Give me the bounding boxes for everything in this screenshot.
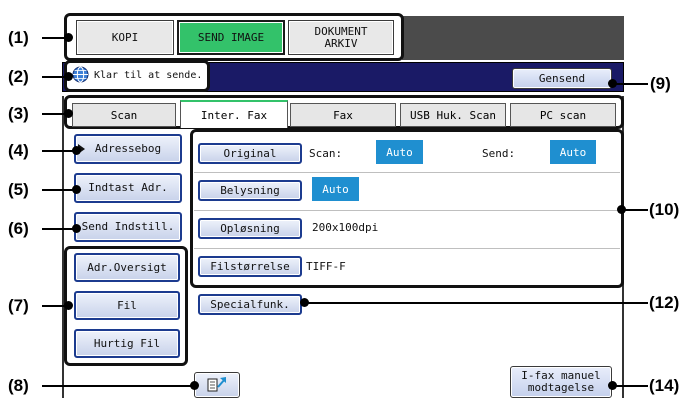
image-send-icon-button[interactable] <box>194 372 240 398</box>
resolution-value: 200x100dpi <box>312 221 379 234</box>
callout-14: (14) <box>649 376 680 395</box>
ifax-manual-receive-button[interactable]: I-fax manuel modtagelse <box>510 366 612 398</box>
leader-dot <box>608 79 617 88</box>
leader-line <box>612 83 648 85</box>
tab-inter-fax-label: Inter. Fax <box>200 108 268 122</box>
tab-scan-label: Scan <box>110 108 138 122</box>
original-label: Original <box>223 146 277 160</box>
leader-line <box>304 302 648 304</box>
resolution-label: Opløsning <box>220 221 280 235</box>
tab-scan[interactable]: Scan <box>72 103 176 127</box>
mode-tab-dokument-line2: ARKIV <box>324 36 358 50</box>
document-arrow-icon <box>207 377 226 392</box>
file-button[interactable]: Fil <box>74 291 180 320</box>
send-settings-button[interactable]: Send Indstill. <box>74 212 182 242</box>
resend-button[interactable]: Gensend <box>512 68 612 89</box>
screen-top-dark <box>402 16 624 60</box>
tab-fax[interactable]: Fax <box>290 103 396 127</box>
leader-line <box>42 150 76 152</box>
leader-line <box>42 228 76 230</box>
tab-pc-scan-label: PC scan <box>539 108 587 122</box>
callout-12: (12) <box>649 293 680 312</box>
ifax-manual-receive-line2: modtagelse <box>527 381 595 394</box>
scan-size-value: Auto <box>376 140 423 164</box>
tab-pc-scan[interactable]: PC scan <box>510 103 616 127</box>
mode-tab-dokument-arkiv[interactable]: DOKUMENT ARKIV <box>288 20 394 55</box>
tab-fax-label: Fax <box>333 108 353 122</box>
settings-separator <box>194 210 620 211</box>
mode-tab-kopi-label: KOPI <box>111 30 139 44</box>
callout-8: (8) <box>8 376 29 395</box>
callout-4: (4) <box>8 141 29 160</box>
leader-dot <box>64 72 73 81</box>
mode-tab-send-image[interactable]: SEND IMAGE <box>177 20 285 55</box>
exposure-value: Auto <box>312 177 359 201</box>
special-function-button[interactable]: Specialfunk. <box>198 294 302 315</box>
quick-file-button[interactable]: Hurtig Fil <box>74 329 180 358</box>
leader-dot <box>64 109 73 118</box>
callout-5: (5) <box>8 180 29 199</box>
leader-dot <box>300 298 309 307</box>
original-button[interactable]: Original <box>198 143 302 164</box>
callout-7: (7) <box>8 296 29 315</box>
leader-dot <box>617 205 626 214</box>
leader-dot <box>72 224 81 233</box>
status-message: Klar til at sende. <box>94 70 203 81</box>
file-label: Fil <box>117 298 137 312</box>
resend-button-label: Gensend <box>538 71 586 85</box>
leader-line <box>612 385 648 387</box>
settings-separator <box>194 248 620 249</box>
callout-6: (6) <box>8 219 29 238</box>
address-book-label: Adressebog <box>94 142 162 155</box>
tab-usb-scan-label: USB Huk. Scan <box>409 108 497 122</box>
address-overview-label: Adr.Oversigt <box>87 260 167 274</box>
callout-1: (1) <box>8 28 29 47</box>
file-size-label: Filstørrelse <box>210 259 290 273</box>
enter-address-label: Indtast Adr. <box>88 181 168 194</box>
enter-address-button[interactable]: Indtast Adr. <box>74 173 182 203</box>
leader-dot <box>64 301 73 310</box>
mode-tab-kopi[interactable]: KOPI <box>76 20 174 55</box>
address-book-button[interactable]: Adressebog <box>74 134 182 164</box>
leader-line <box>42 385 192 387</box>
leader-dot <box>64 33 73 42</box>
mode-tab-dokument-line1: DOKUMENT <box>314 24 368 38</box>
send-settings-label: Send Indstill. <box>81 220 175 233</box>
tab-inter-fax[interactable]: Inter. Fax <box>180 100 288 128</box>
tab-usb-scan[interactable]: USB Huk. Scan <box>400 103 506 127</box>
callout-3: (3) <box>8 104 29 123</box>
mode-tab-send-image-label: SEND IMAGE <box>197 30 265 44</box>
leader-dot <box>608 381 617 390</box>
callout-10: (10) <box>649 200 680 219</box>
exposure-label: Belysning <box>220 183 280 197</box>
leader-dot <box>72 146 81 155</box>
leader-dot <box>72 185 81 194</box>
send-size-value: Auto <box>550 140 596 164</box>
callout-9: (9) <box>650 74 671 93</box>
file-size-value: TIFF-F <box>306 260 346 273</box>
leader-line <box>42 189 76 191</box>
leader-dot <box>190 381 199 390</box>
special-function-label: Specialfunk. <box>210 297 290 311</box>
quick-file-label: Hurtig Fil <box>93 336 161 350</box>
exposure-button[interactable]: Belysning <box>198 180 302 201</box>
settings-separator <box>194 172 620 173</box>
send-size-label: Send: <box>482 147 516 160</box>
globe-icon <box>72 66 89 83</box>
resolution-button[interactable]: Opløsning <box>198 218 302 239</box>
address-overview-button[interactable]: Adr.Oversigt <box>74 253 180 282</box>
callout-2: (2) <box>8 67 29 86</box>
file-size-button[interactable]: Filstørrelse <box>198 256 302 277</box>
scan-size-label: Scan: <box>309 147 343 160</box>
